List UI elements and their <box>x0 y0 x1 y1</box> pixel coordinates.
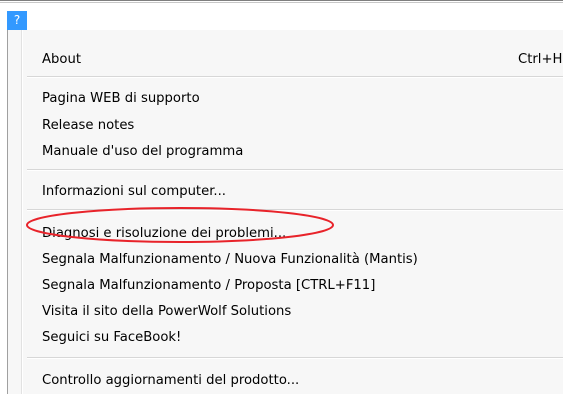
help-menu-button[interactable]: ? <box>7 11 27 30</box>
menu-item-report-bug-proposal[interactable]: Segnala Malfunzionamento / Proposta [CTR… <box>23 274 563 297</box>
menu-item-label: Visita il sito della PowerWolf Solutions <box>42 304 292 319</box>
menu-item-computer-info[interactable]: Informazioni sul computer... <box>23 180 563 203</box>
menubar: ? <box>0 0 563 30</box>
menu-item-visit-website[interactable]: Visita il sito della PowerWolf Solutions <box>23 300 563 323</box>
menu-item-release-notes[interactable]: Release notes <box>23 114 563 137</box>
menubar-border <box>0 0 563 1</box>
menu-item-label: Pagina WEB di supporto <box>42 91 200 106</box>
menu-item-user-manual[interactable]: Manuale d'uso del programma <box>23 140 563 163</box>
menu-item-about[interactable]: About Ctrl+H <box>23 48 563 71</box>
menu-item-label: Manuale d'uso del programma <box>42 144 244 159</box>
menu-item-label: Segnala Malfunzionamento / Nuova Funzion… <box>42 252 418 267</box>
menu-separator <box>27 76 563 78</box>
menu-item-label: Seguici su FaceBook! <box>42 330 182 345</box>
menu-item-label: About <box>42 52 81 67</box>
menu-item-label: Informazioni sul computer... <box>42 184 226 199</box>
menu-item-label: Diagnosi e risoluzione dei problemi... <box>42 226 287 241</box>
menu-item-report-bug-mantis[interactable]: Segnala Malfunzionamento / Nuova Funzion… <box>23 248 563 271</box>
menu-item-shortcut: Ctrl+H <box>518 52 563 67</box>
menu-item-follow-facebook[interactable]: Seguici su FaceBook! <box>23 326 563 349</box>
menu-item-diagnostics[interactable]: Diagnosi e risoluzione dei problemi... <box>23 222 563 245</box>
menu-item-label: Release notes <box>42 118 135 133</box>
menu-separator <box>27 169 563 171</box>
menu-separator <box>27 357 563 359</box>
menu-item-check-updates[interactable]: Controllo aggiornamenti del prodotto... <box>23 369 563 392</box>
screen: ? About Ctrl+H Pagina WEB di supporto Re… <box>0 0 563 394</box>
menu-item-label: Controllo aggiornamenti del prodotto... <box>42 373 300 388</box>
menu-separator <box>27 209 563 211</box>
help-dropdown-menu: About Ctrl+H Pagina WEB di supporto Rele… <box>8 30 563 394</box>
menu-item-support-web-page[interactable]: Pagina WEB di supporto <box>23 87 563 110</box>
menu-item-label: Segnala Malfunzionamento / Proposta [CTR… <box>42 278 376 293</box>
menubar-border-inner <box>0 2 563 3</box>
